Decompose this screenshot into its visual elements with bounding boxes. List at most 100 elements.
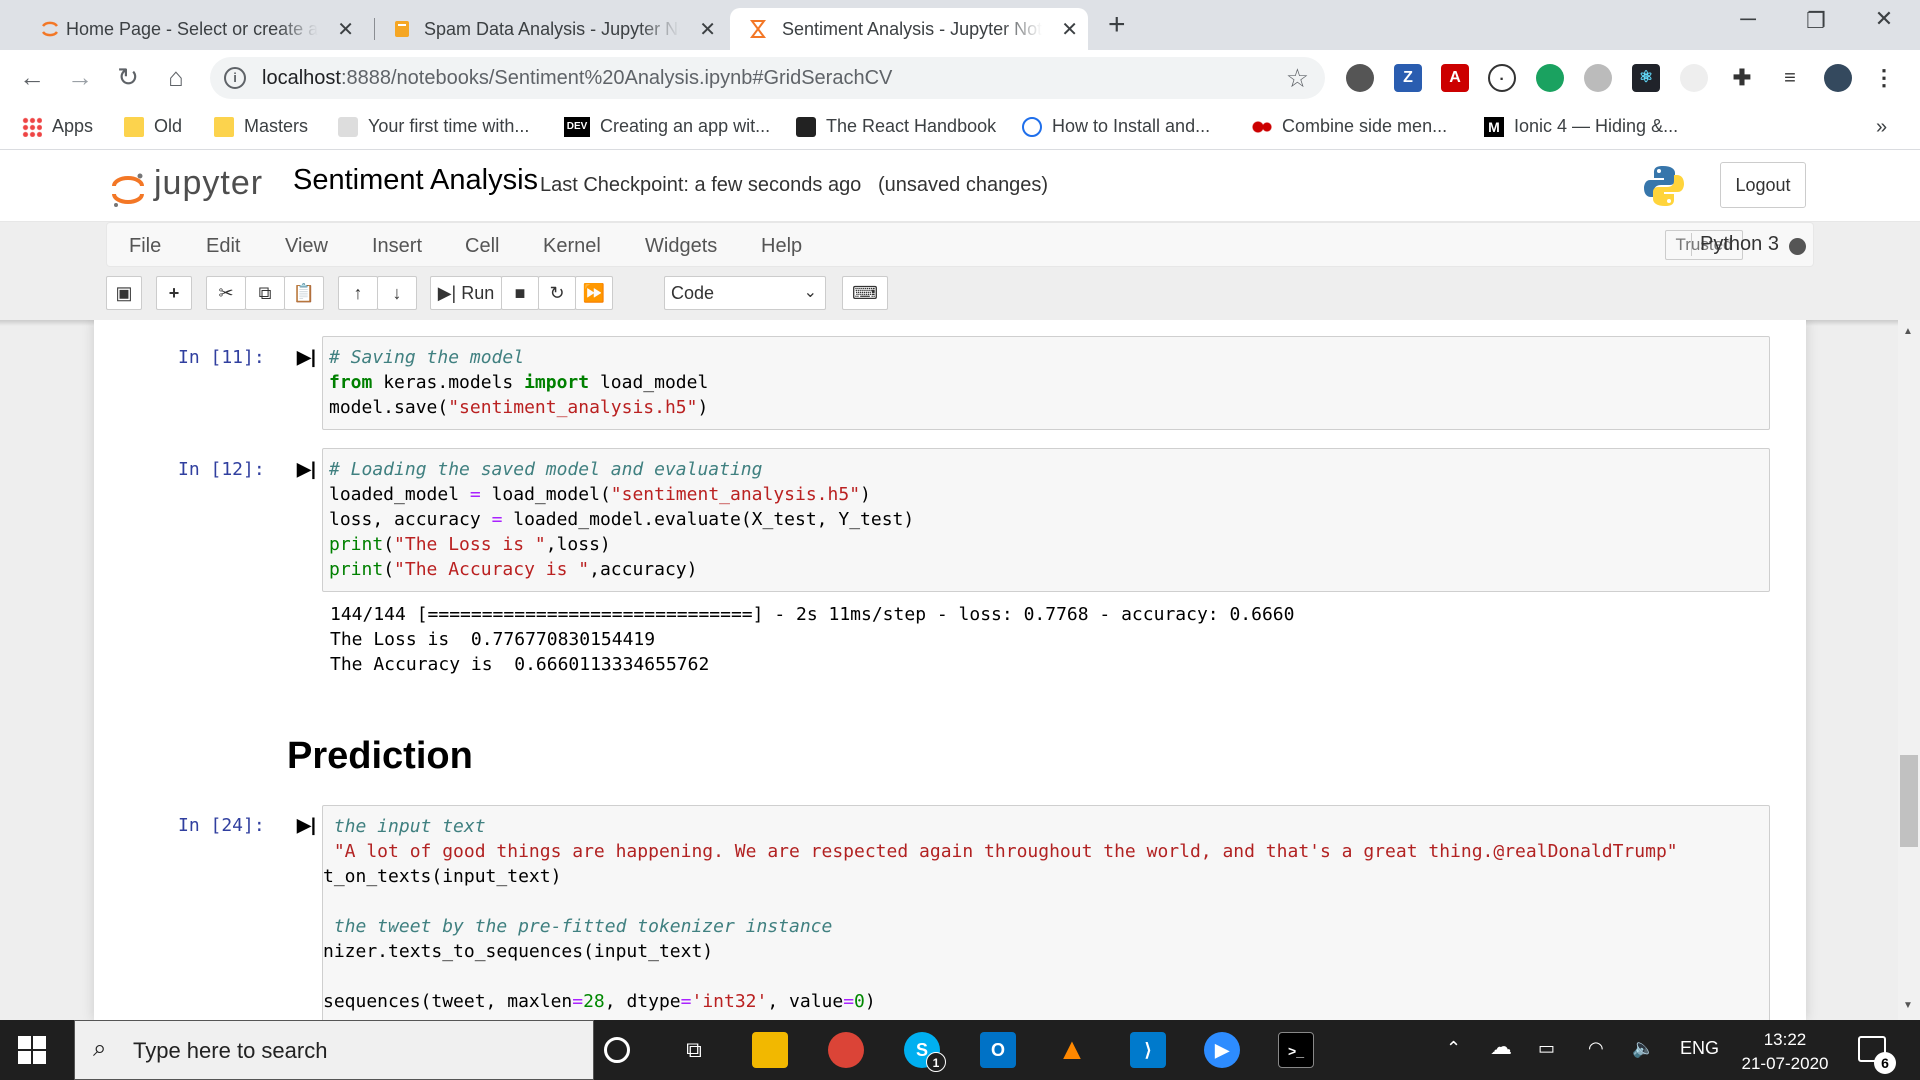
more-bookmarks-button[interactable]: » — [1876, 116, 1887, 139]
action-center-icon[interactable]: 6 — [1858, 1036, 1896, 1074]
cell-type-select[interactable]: Code ⌄ — [664, 276, 826, 310]
site-info-icon[interactable]: i — [224, 67, 246, 89]
chrome-menu-icon[interactable]: ⋮ — [1870, 64, 1898, 92]
close-tab-icon[interactable]: ✕ — [699, 17, 716, 42]
volume-icon[interactable]: 🔈 — [1632, 1038, 1654, 1059]
bookmark-masters[interactable]: Masters — [214, 116, 308, 137]
notification-badge: 6 — [1874, 1052, 1896, 1074]
bookmark-apps[interactable]: Apps — [22, 116, 93, 137]
interrupt-icon[interactable]: ■ — [501, 276, 539, 310]
bookmark-creating-an-app[interactable]: DEV Creating an app wit... — [564, 116, 770, 137]
code-cell-input[interactable]: # Saving the model from keras.models imp… — [322, 336, 1770, 430]
extension-circle-icon[interactable] — [1346, 64, 1374, 92]
code-extension-icon[interactable]: · — [1488, 64, 1516, 92]
skype-icon[interactable]: S1 — [904, 1032, 946, 1072]
bookmark-combine-side-menu[interactable]: Combine side men... — [1252, 116, 1447, 137]
paste-icon[interactable]: 📋 — [284, 276, 324, 310]
restart-run-all-icon[interactable]: ⏩ — [575, 276, 613, 310]
scrollbar-thumb[interactable] — [1900, 755, 1918, 847]
cell-run-indicator-icon[interactable]: ▶| — [297, 347, 316, 368]
battery-icon[interactable]: ▭ — [1538, 1038, 1555, 1059]
outlook-icon[interactable]: O — [980, 1032, 1016, 1068]
save-icon[interactable]: ▣ — [106, 276, 142, 310]
tab-sentiment-analysis[interactable]: Sentiment Analysis - Jupyter Notebook ✕ — [730, 8, 1088, 50]
menu-edit[interactable]: Edit — [206, 235, 240, 258]
puzzle-extensions-icon[interactable]: ✚ — [1728, 64, 1756, 92]
url-text: localhost:8888/notebooks/Sentiment%20Ana… — [262, 67, 892, 90]
clock[interactable]: 13:22 21-07-2020 — [1730, 1028, 1840, 1076]
home-icon[interactable]: ⌂ — [160, 62, 192, 92]
vlc-icon[interactable]: ▲ — [1054, 1032, 1090, 1068]
react-devtools-icon[interactable]: ⚛ — [1632, 64, 1660, 92]
bookmark-react-handbook[interactable]: The React Handbook — [796, 116, 996, 137]
reload-icon[interactable]: ↻ — [112, 62, 144, 92]
show-hidden-icons-chevron-icon[interactable]: ⌃ — [1446, 1038, 1461, 1059]
logout-button[interactable]: Logout — [1720, 162, 1806, 208]
python-logo-icon — [1644, 166, 1684, 206]
vertical-scrollbar[interactable]: ▲ ▼ — [1898, 320, 1920, 1020]
menu-view[interactable]: View — [285, 235, 328, 258]
markdown-heading[interactable]: Prediction — [287, 735, 473, 778]
taskbar-search-box[interactable]: ⌕ Type here to search — [74, 1020, 594, 1080]
extension-z-icon[interactable]: Z — [1394, 64, 1422, 92]
file-explorer-icon[interactable] — [752, 1032, 788, 1068]
cortana-icon[interactable] — [604, 1037, 630, 1063]
media-control-icon[interactable]: ≡ — [1776, 64, 1804, 92]
windows-start-icon[interactable] — [18, 1036, 46, 1064]
menu-cell[interactable]: Cell — [465, 235, 499, 258]
menu-kernel[interactable]: Kernel — [543, 235, 601, 258]
code-cell-input[interactable]: # Loading the saved model and evaluating… — [322, 448, 1770, 592]
move-down-icon[interactable]: ↓ — [377, 276, 417, 310]
new-tab-button[interactable]: + — [1108, 8, 1126, 42]
task-view-icon[interactable]: ⧉ — [676, 1032, 712, 1068]
cell-run-indicator-icon[interactable]: ▶| — [297, 459, 316, 480]
onedrive-icon[interactable]: ☁ — [1490, 1034, 1512, 1060]
run-button[interactable]: ▶| Run — [430, 276, 502, 310]
light-extension-icon[interactable] — [1680, 64, 1708, 92]
tab-title: Spam Data Analysis - Jupyter Notebook — [424, 18, 680, 40]
close-tab-icon[interactable]: ✕ — [337, 17, 354, 42]
zoom-icon[interactable]: ▶ — [1204, 1032, 1240, 1068]
language-indicator[interactable]: ENG — [1680, 1038, 1719, 1059]
forward-icon[interactable]: → — [64, 62, 96, 92]
terminal-icon[interactable]: >_ — [1278, 1032, 1314, 1068]
bookmark-how-to-install[interactable]: How to Install and... — [1022, 116, 1210, 137]
dev-icon: DEV — [564, 116, 590, 137]
bookmark-star-icon[interactable]: ☆ — [1286, 63, 1309, 94]
menu-insert[interactable]: Insert — [372, 235, 422, 258]
vscode-icon[interactable]: ⟩ — [1130, 1032, 1166, 1068]
menu-help[interactable]: Help — [761, 235, 802, 258]
address-bar[interactable]: i localhost:8888/notebooks/Sentiment%20A… — [210, 57, 1325, 99]
scroll-up-icon[interactable]: ▲ — [1903, 326, 1913, 337]
scroll-down-icon[interactable]: ▼ — [1903, 1000, 1913, 1011]
kernel-name[interactable]: Python 3 — [1691, 233, 1779, 256]
move-up-icon[interactable]: ↑ — [338, 276, 378, 310]
menu-file[interactable]: File — [129, 235, 161, 258]
bookmark-old[interactable]: Old — [124, 116, 182, 137]
gray-extension-icon[interactable] — [1584, 64, 1612, 92]
bookmark-your-first-time[interactable]: Your first time with... — [338, 116, 529, 137]
minimize-icon[interactable]: ─ — [1718, 6, 1778, 32]
notebook-title[interactable]: Sentiment Analysis — [293, 164, 538, 197]
cell-run-indicator-icon[interactable]: ▶| — [297, 815, 316, 836]
bookmark-ionic-4[interactable]: M Ionic 4 — Hiding &... — [1484, 116, 1678, 137]
close-tab-icon[interactable]: ✕ — [1061, 17, 1078, 42]
cut-icon[interactable]: ✂ — [206, 276, 246, 310]
profile-avatar[interactable] — [1824, 64, 1852, 92]
green-extension-icon[interactable] — [1536, 64, 1564, 92]
copy-icon[interactable]: ⧉ — [245, 276, 285, 310]
code-cell-input[interactable]: the input text "A lot of good things are… — [322, 805, 1770, 1020]
chrome-taskbar-icon[interactable] — [828, 1032, 864, 1068]
keyboard-shortcuts-icon[interactable]: ⌨ — [842, 276, 888, 310]
restart-icon[interactable]: ↻ — [538, 276, 576, 310]
restore-icon[interactable]: ❐ — [1786, 8, 1846, 34]
pdf-extension-icon[interactable]: A — [1441, 64, 1469, 92]
close-window-icon[interactable]: ✕ — [1854, 6, 1914, 32]
menu-widgets[interactable]: Widgets — [645, 235, 717, 258]
tab-home-page[interactable]: Home Page - Select or create a notebook … — [12, 8, 364, 50]
last-checkpoint-text: Last Checkpoint: a few seconds ago — [540, 174, 862, 196]
wifi-icon[interactable]: ◠ — [1588, 1038, 1604, 1059]
insert-cell-icon[interactable]: + — [156, 276, 192, 310]
back-icon[interactable]: ← — [16, 62, 48, 92]
tab-spam-data-analysis[interactable]: Spam Data Analysis - Jupyter Notebook ✕ — [374, 8, 726, 50]
